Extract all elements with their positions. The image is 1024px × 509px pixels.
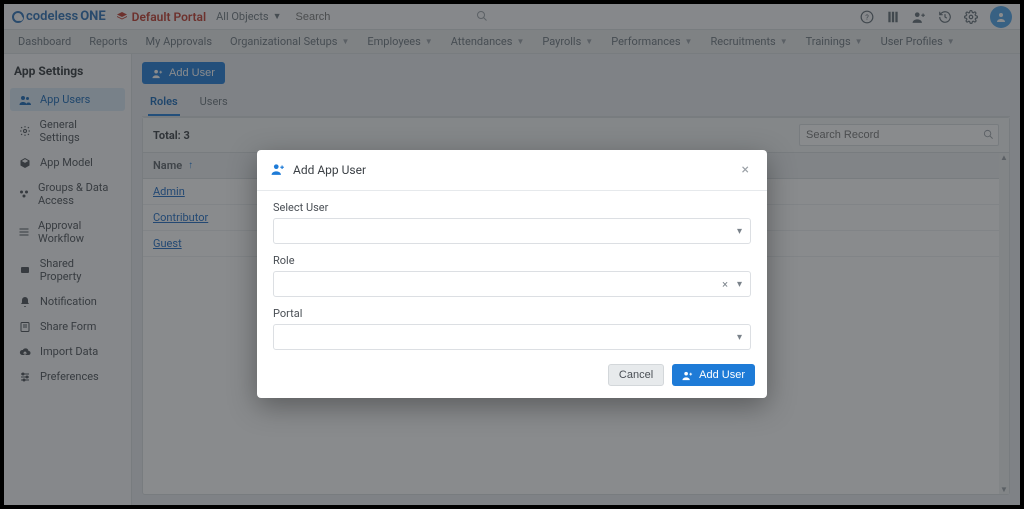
modal-header: Add App User × [257, 150, 767, 191]
label-portal: Portal [273, 307, 751, 320]
modal-title: Add App User [293, 163, 730, 177]
add-app-user-modal: Add App User × Select User ▾ Role × ▾ Po… [257, 150, 767, 398]
modal-footer: Cancel Add User [257, 356, 767, 398]
modal-overlay[interactable]: Add App User × Select User ▾ Role × ▾ Po… [4, 4, 1020, 505]
label-role: Role [273, 254, 751, 267]
select-user-dropdown[interactable]: ▾ [273, 218, 751, 244]
role-dropdown[interactable]: × ▾ [273, 271, 751, 297]
field-select-user: Select User ▾ [273, 201, 751, 244]
field-portal: Portal ▾ [273, 307, 751, 350]
modal-close-button[interactable]: × [738, 160, 753, 180]
clear-icon[interactable]: × [722, 278, 728, 291]
caret-down-icon: ▾ [737, 332, 742, 343]
modal-body: Select User ▾ Role × ▾ Portal ▾ [257, 191, 767, 356]
portal-dropdown[interactable]: ▾ [273, 324, 751, 350]
field-role: Role × ▾ [273, 254, 751, 297]
add-user-icon [682, 370, 693, 381]
add-user-submit-button[interactable]: Add User [672, 364, 755, 386]
cancel-button[interactable]: Cancel [608, 364, 664, 386]
caret-down-icon: ▾ [737, 226, 742, 237]
caret-down-icon: ▾ [737, 279, 742, 290]
add-user-icon [271, 162, 285, 179]
label-select-user: Select User [273, 201, 751, 214]
